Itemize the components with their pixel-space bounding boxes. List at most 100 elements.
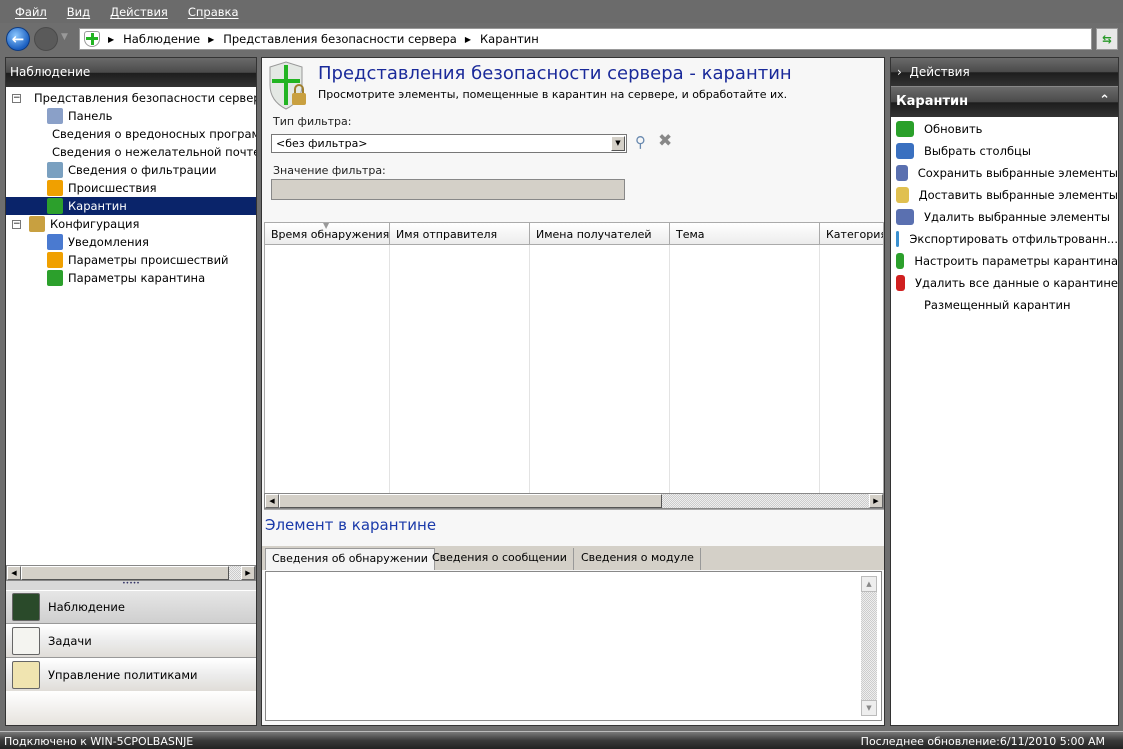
scroll-left-icon[interactable]: ◀ — [7, 566, 21, 580]
tree-item[interactable]: − Представления безопасности сервера — [6, 89, 256, 107]
filter-type-value: <без фильтра> — [276, 137, 368, 150]
scroll-right-icon[interactable]: ▶ — [241, 566, 255, 580]
action-label: Обновить — [924, 122, 983, 136]
navigation-tree: − Представления безопасности сервера Панел… — [6, 87, 256, 565]
back-button[interactable]: ← — [6, 27, 30, 51]
column-header[interactable]: Категория — [820, 223, 883, 245]
history-dropdown-icon[interactable]: ▼ — [61, 32, 68, 42]
tree-item-label: Сведения о нежелательной почте — [52, 145, 256, 159]
filter-value-input[interactable] — [271, 179, 625, 200]
tab-module-details[interactable]: Сведения о модуле — [575, 548, 701, 570]
chevron-up-icon[interactable]: ⌃ — [1099, 93, 1110, 108]
nav-button-label: Управление политиками — [48, 668, 198, 682]
menu-actions[interactable]: Действия — [110, 5, 168, 19]
tree-item[interactable]: − Конфигурация — [6, 215, 256, 233]
action-item[interactable]: Сохранить выбранные элементы — [891, 162, 1118, 184]
search-icon[interactable]: ⚲ — [635, 133, 646, 151]
column-divider — [669, 245, 670, 509]
scroll-left-icon[interactable]: ◀ — [265, 494, 279, 508]
tree-item-label: Конфигурация — [50, 217, 140, 231]
quarantine-actions-label: Карантин — [896, 94, 969, 109]
address-bar[interactable]: ▶ Наблюдение ▶ Представления безопасност… — [79, 28, 1092, 50]
tree-item-label: Параметры происшествий — [68, 253, 229, 267]
grid-horizontal-scrollbar[interactable]: ◀ ▶ — [264, 493, 884, 509]
action-item[interactable]: Удалить все данные о карантине — [891, 272, 1118, 294]
action-item[interactable]: Размещенный карантин — [891, 294, 1118, 316]
tree-item[interactable]: Сведения о фильтрации — [6, 161, 256, 179]
scroll-thumb[interactable] — [279, 494, 662, 508]
nav-button[interactable]: Управление политиками — [6, 659, 256, 692]
splitter-handle[interactable]: ••••• — [6, 581, 256, 590]
tree-item[interactable]: Параметры карантина — [6, 269, 256, 287]
column-divider — [529, 245, 530, 509]
quarantine-actions-header[interactable]: Карантин ⌃ — [891, 87, 1118, 117]
scroll-right-icon[interactable]: ▶ — [869, 494, 883, 508]
tree-item[interactable]: Уведомления — [6, 233, 256, 251]
detail-vertical-scrollbar[interactable]: ▲ ▼ — [861, 576, 877, 716]
blank-icon — [896, 297, 914, 313]
column-divider — [389, 245, 390, 509]
chevron-right-icon: › — [897, 65, 910, 79]
menu-view[interactable]: Вид — [67, 5, 90, 19]
tree-item-label: Представления безопасности сервера — [34, 91, 256, 105]
save-items-icon — [896, 165, 908, 181]
action-label: Удалить все данные о карантине — [915, 276, 1118, 290]
column-header[interactable]: Имена получателей — [530, 223, 670, 245]
filter-type-select[interactable]: <без фильтра> ▼ — [271, 134, 627, 153]
menu-help[interactable]: Справка — [188, 5, 239, 19]
nav-button-label: Задачи — [48, 634, 92, 648]
tree-item[interactable]: Карантин — [6, 197, 256, 215]
action-item[interactable]: Выбрать столбцы — [891, 140, 1118, 162]
left-pane-header: Наблюдение — [6, 58, 256, 87]
tab-message-details[interactable]: Сведения о сообщении — [426, 548, 574, 570]
scroll-track — [662, 494, 869, 508]
scroll-down-icon[interactable]: ▼ — [861, 700, 877, 716]
action-item[interactable]: Настроить параметры карантина — [891, 250, 1118, 272]
breadcrumb-item[interactable]: Наблюдение — [123, 32, 200, 46]
tree-item-label: Сведения о фильтрации — [68, 163, 217, 177]
breadcrumb-item[interactable]: Карантин — [480, 32, 539, 46]
action-item[interactable]: Обновить — [891, 118, 1118, 140]
breadcrumb-item[interactable]: Представления безопасности сервера — [223, 32, 457, 46]
tab-detection-details[interactable]: Сведения об обнаружении — [265, 548, 435, 570]
left-pane: Наблюдение − Представления безопасности с… — [5, 57, 257, 726]
column-divider — [819, 245, 820, 509]
incidents-icon — [47, 180, 63, 196]
column-header[interactable]: Имя отправителя — [390, 223, 530, 245]
sort-arrow-icon: ▼ — [323, 222, 330, 230]
quarantine-icon — [47, 198, 63, 214]
status-bar: Подключено к WIN-5CPOLBASNJE Последнее о… — [0, 731, 1123, 749]
tree-item[interactable]: Сведения о нежелательной почте — [6, 143, 256, 161]
clear-filter-icon[interactable]: ✖ — [658, 131, 672, 151]
actions-list: Обновить Выбрать столбцы Сохранить выбранн… — [891, 117, 1118, 316]
menu-file[interactable]: Файл — [15, 5, 47, 19]
action-item[interactable]: Удалить выбранные элементы — [891, 206, 1118, 228]
nav-button[interactable]: Наблюдение — [6, 591, 256, 624]
tree-item[interactable]: Сведения о вредоносных програм — [6, 125, 256, 143]
monitor-icon — [12, 593, 40, 621]
forward-button[interactable] — [34, 27, 58, 51]
tree-item[interactable]: Панель — [6, 107, 256, 125]
last-update-status: Последнее обновление:6/11/2010 5:00 AM — [860, 735, 1105, 748]
scroll-up-icon[interactable]: ▲ — [861, 576, 877, 592]
tree-item-label: Панель — [68, 109, 113, 123]
action-label: Доставить выбранные элементы — [918, 188, 1118, 202]
section-title: Элемент в карантине — [265, 516, 437, 534]
tree-item[interactable]: Параметры происшествий — [6, 251, 256, 269]
policy-documents-icon — [12, 661, 40, 689]
quarantine-settings-icon — [47, 270, 63, 286]
action-item[interactable]: Экспортировать отфильтрованн... — [891, 228, 1118, 250]
tree-horizontal-scrollbar[interactable]: ◀ ▶ — [6, 565, 256, 581]
chevron-down-icon[interactable]: ▼ — [611, 136, 625, 151]
actions-header[interactable]: › Действия — [891, 58, 1118, 87]
scroll-thumb[interactable] — [21, 566, 229, 580]
refresh-nav-button[interactable]: ⇆ — [1096, 28, 1118, 50]
detail-textarea[interactable]: ▲ ▼ — [265, 571, 882, 721]
nav-button[interactable]: Задачи — [6, 625, 256, 658]
collapse-icon[interactable]: − — [12, 93, 21, 103]
action-item[interactable]: Доставить выбранные элементы — [891, 184, 1118, 206]
tree-item[interactable]: Происшествия — [6, 179, 256, 197]
column-header[interactable]: Тема — [670, 223, 820, 245]
collapse-icon[interactable]: − — [12, 219, 21, 229]
page-title: Представления безопасности сервера - кар… — [318, 63, 792, 84]
